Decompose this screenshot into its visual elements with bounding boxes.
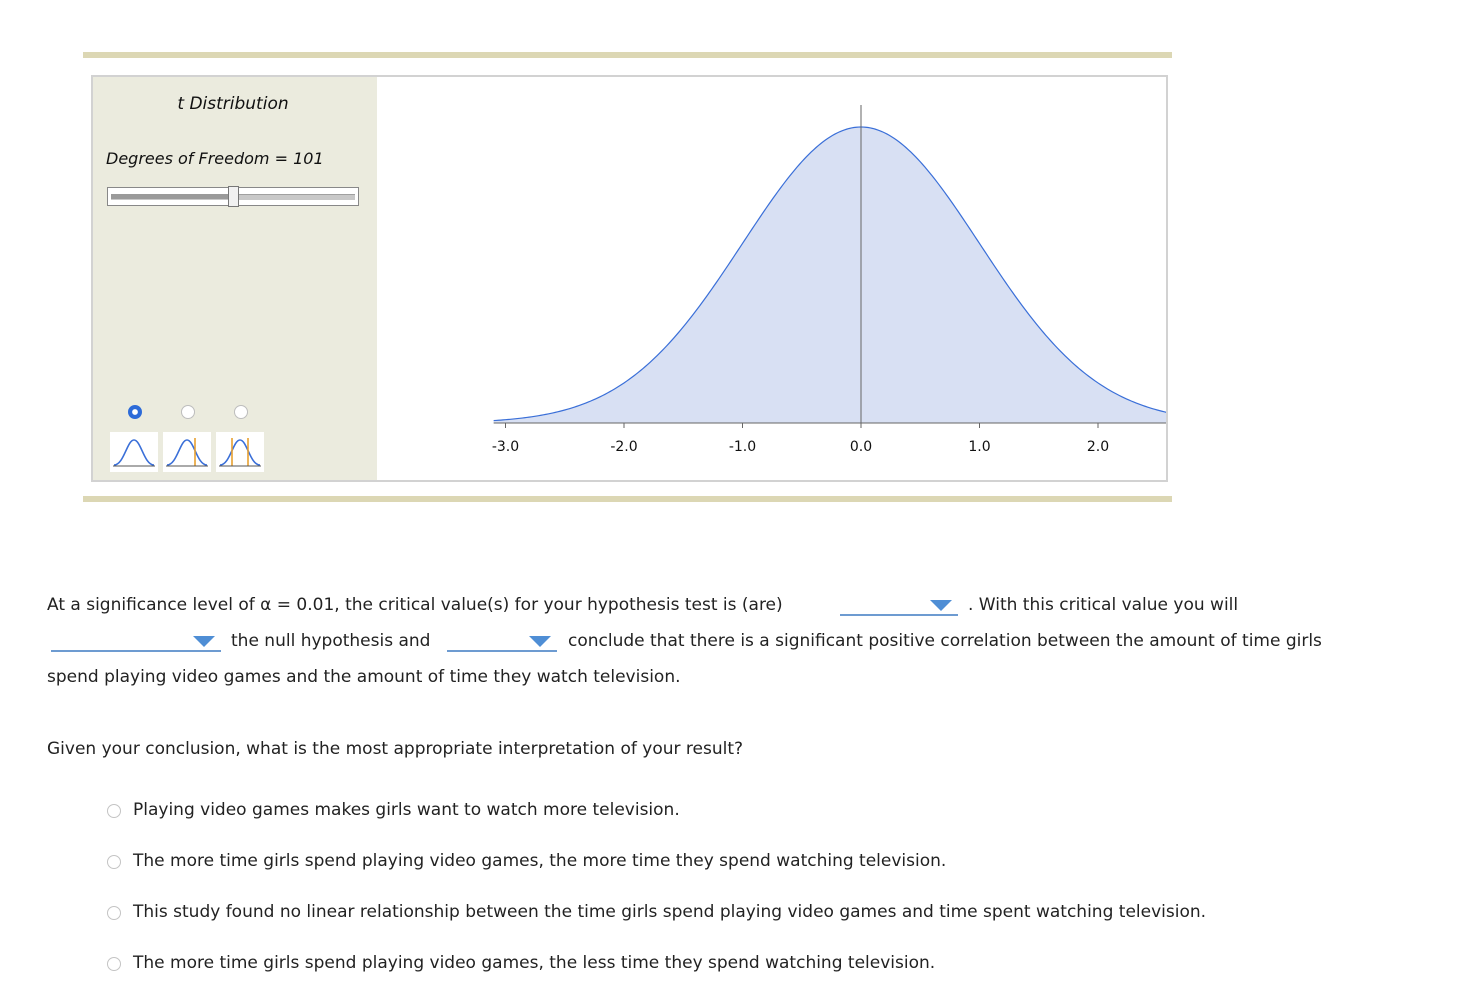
one-tail-left-icon[interactable]: [110, 432, 158, 472]
bottom-divider: [83, 496, 1172, 502]
radio-button[interactable]: [107, 855, 121, 869]
slider-fill: [111, 194, 233, 199]
one-tail-right-icon[interactable]: [163, 432, 211, 472]
radio-button[interactable]: [107, 957, 121, 971]
x-tick-label: -3.0: [492, 439, 519, 455]
question1-text-part1: At a significance level of α = 0.01, the…: [47, 595, 783, 615]
two-tail-icon[interactable]: [216, 432, 264, 472]
question1-text-part3: the null hypothesis and: [231, 631, 431, 651]
x-tick-label: -2.0: [610, 439, 637, 455]
top-divider: [83, 52, 1172, 58]
control-panel: t Distribution Degrees of Freedom = 101: [93, 77, 377, 480]
degrees-of-freedom-slider[interactable]: [107, 186, 359, 207]
x-tick-label: 2.0: [1087, 439, 1109, 455]
x-tick-label: 1.0: [968, 439, 990, 455]
t-distribution-plot: -3.0-2.0-1.00.01.02.03.0t: [378, 77, 1243, 480]
applet-title: t Distribution: [177, 94, 289, 114]
question1-text-part5: spend playing video games and the amount…: [47, 667, 681, 687]
slider-thumb[interactable]: [228, 186, 239, 207]
t-distribution-applet: t Distribution Degrees of Freedom = 101: [91, 75, 1243, 482]
answer-option-label: This study found no linear relationship …: [133, 902, 1207, 922]
chevron-down-icon: [193, 636, 215, 647]
question2-prompt: Given your conclusion, what is the most …: [47, 739, 744, 759]
x-tick-label: 0.0: [850, 439, 872, 455]
degrees-of-freedom-label: Degrees of Freedom = 101: [106, 149, 324, 168]
curve-area: [493, 127, 1229, 423]
radio-button[interactable]: [107, 804, 121, 818]
question1-text-part4: conclude that there is a significant pos…: [568, 631, 1322, 651]
answer-option-label: Playing video games makes girls want to …: [133, 800, 680, 820]
critical-value-dropdown[interactable]: [840, 596, 958, 616]
answer-option-label: The more time girls spend playing video …: [133, 953, 936, 973]
answer-option-label: The more time girls spend playing video …: [133, 851, 947, 871]
tail-radio-right[interactable]: [181, 405, 195, 419]
t-distribution-chart: -3.0-2.0-1.00.01.02.03.0t: [492, 105, 1243, 473]
x-tick-label: -1.0: [729, 439, 756, 455]
chevron-down-icon: [529, 636, 551, 647]
tail-radio-left[interactable]: [128, 405, 142, 419]
null-hypothesis-decision-dropdown[interactable]: [51, 632, 221, 652]
tail-radio-two[interactable]: [234, 405, 248, 419]
question1-text-part2: . With this critical value you will: [968, 595, 1239, 615]
chevron-down-icon: [930, 600, 952, 611]
conclude-dropdown[interactable]: [447, 632, 557, 652]
radio-button[interactable]: [107, 906, 121, 920]
